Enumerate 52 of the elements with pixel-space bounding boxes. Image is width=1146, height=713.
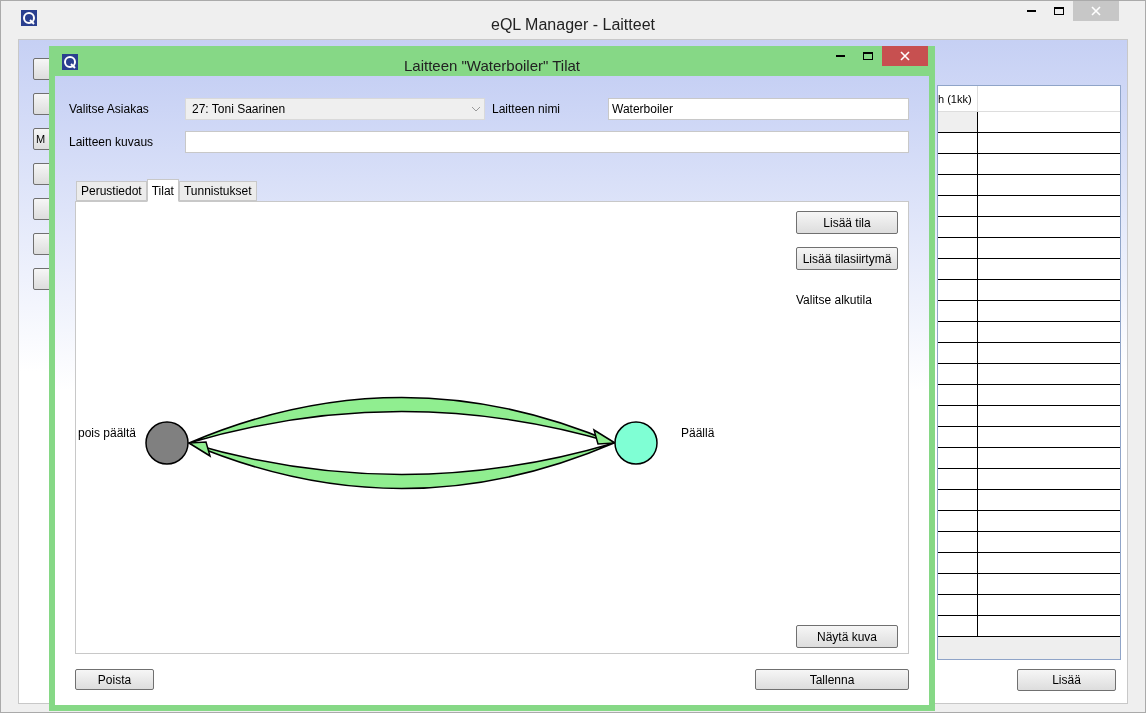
table-row[interactable]	[938, 322, 1120, 343]
table-row[interactable]	[938, 154, 1120, 175]
app-logo-icon	[62, 54, 78, 70]
table-row[interactable]	[938, 133, 1120, 154]
table-row[interactable]	[938, 532, 1120, 553]
tab[interactable]: Perustiedot	[76, 181, 147, 201]
tab[interactable]: Tunnistukset	[178, 181, 257, 201]
field-label: Laitteen kuvaus	[69, 134, 155, 151]
table-row[interactable]	[938, 196, 1120, 217]
state-label: Päällä	[681, 425, 715, 442]
table-row[interactable]	[938, 427, 1120, 448]
tab[interactable]: Tilat	[146, 179, 179, 202]
action-button[interactable]: Lisää tila	[796, 211, 898, 234]
table-row[interactable]	[938, 364, 1120, 385]
state-label: pois päältä	[78, 425, 137, 442]
field-label: Laitteen nimi	[492, 101, 562, 118]
hint-text: Valitse alkutila	[796, 292, 873, 309]
table-row[interactable]	[938, 175, 1120, 196]
table-row[interactable]	[938, 343, 1120, 364]
app-logo-icon	[21, 10, 37, 26]
table-row[interactable]	[938, 259, 1120, 280]
table-row[interactable]	[938, 112, 1120, 133]
delete-button[interactable]: Poista	[75, 669, 154, 690]
customer-dropdown[interactable]: 27: Toni Saarinen	[185, 98, 485, 120]
dialog-title: Laitteen "Waterboiler" Tilat	[404, 56, 580, 76]
table-row[interactable]	[938, 469, 1120, 490]
save-button[interactable]: Tallenna	[755, 669, 909, 690]
table-row[interactable]	[938, 553, 1120, 574]
table-row[interactable]	[938, 385, 1120, 406]
table-row[interactable]	[938, 448, 1120, 469]
close-icon	[900, 51, 910, 61]
table-row[interactable]	[938, 616, 1120, 637]
action-button[interactable]: Lisää tilasiirtymä	[796, 247, 898, 270]
window-title: eQL Manager - Laitteet	[491, 15, 655, 35]
table-row[interactable]	[938, 406, 1120, 427]
add-button[interactable]: Lisää	[1017, 669, 1116, 691]
table-row[interactable]	[938, 301, 1120, 322]
table-row[interactable]	[938, 511, 1120, 532]
table-row[interactable]	[938, 595, 1120, 616]
table-row[interactable]	[938, 574, 1120, 595]
show-image-button[interactable]: Näytä kuva	[796, 625, 898, 648]
description-field[interactable]	[185, 131, 909, 153]
table-row[interactable]	[938, 238, 1120, 259]
table-row[interactable]	[938, 490, 1120, 511]
chevron-down-icon	[472, 106, 480, 112]
table-row[interactable]	[938, 217, 1120, 238]
field-label: Valitse Asiakas	[69, 101, 150, 118]
state-node[interactable]	[145, 421, 189, 465]
close-icon	[1091, 6, 1101, 16]
table-row[interactable]	[938, 280, 1120, 301]
name-field[interactable]: Waterboiler	[608, 98, 909, 120]
state-node[interactable]	[614, 421, 658, 465]
